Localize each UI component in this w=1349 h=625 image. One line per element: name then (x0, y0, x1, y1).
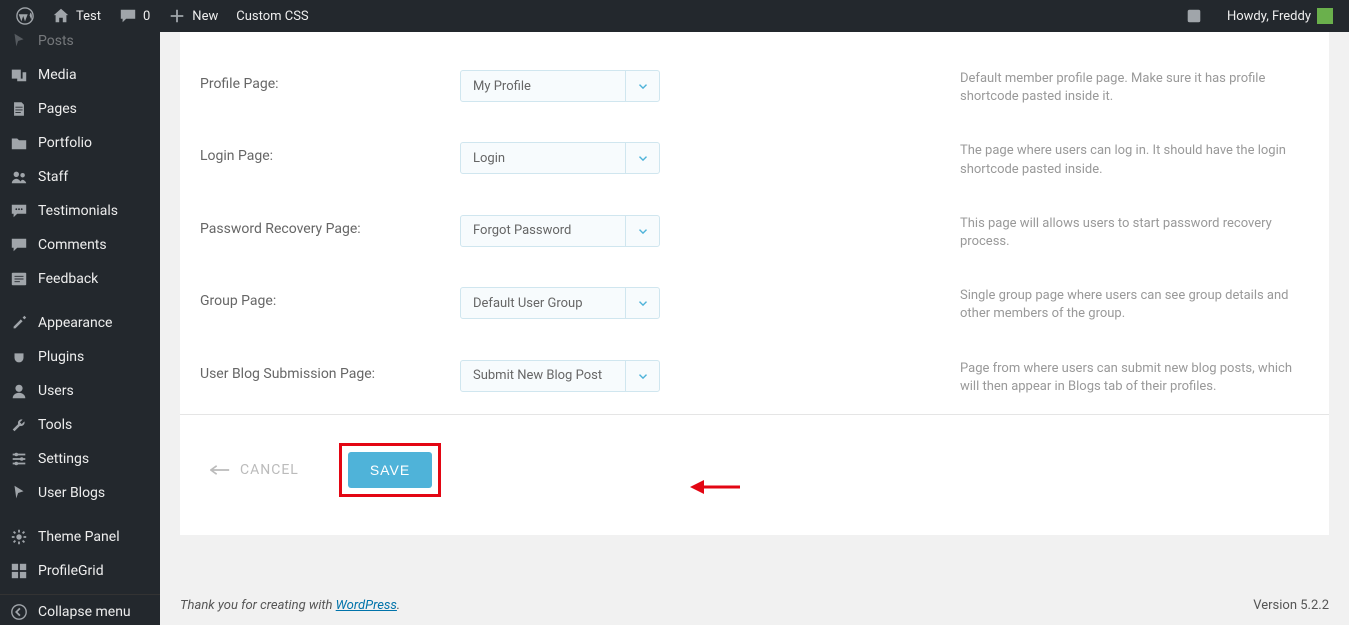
chevron-down-icon (625, 143, 659, 173)
settings-panel: Profile Page: My Profile Default member … (180, 32, 1329, 535)
chevron-down-icon (625, 288, 659, 318)
sidebar-item-media[interactable]: Media (0, 58, 160, 92)
wp-logo[interactable] (8, 0, 42, 32)
admin-bar: Test 0 New Custom CSS Howdy, Freddy (0, 0, 1349, 32)
sidebar-item-appearance[interactable]: Appearance (0, 306, 160, 340)
custom-css-link[interactable]: Custom CSS (228, 0, 316, 32)
row-group-page: Group Page: Default User Group Single gr… (180, 269, 1329, 341)
sidebar-item-posts[interactable]: Posts (0, 32, 160, 58)
sidebar-item-tools[interactable]: Tools (0, 408, 160, 442)
select-user-blog-submission[interactable]: Submit New Blog Post (460, 360, 660, 392)
comments-count: 0 (143, 9, 150, 24)
sidebar-item-testimonials[interactable]: Testimonials (0, 194, 160, 228)
comments-link[interactable]: 0 (111, 0, 158, 32)
sidebar-item-settings[interactable]: Settings (0, 442, 160, 476)
collapse-menu[interactable]: Collapse menu (0, 594, 160, 625)
separator (0, 296, 160, 306)
howdy-link[interactable]: Howdy, Freddy (1219, 0, 1341, 32)
row-profile-page: Profile Page: My Profile Default member … (180, 52, 1329, 124)
label-login-page: Login Page: (200, 142, 460, 164)
wordpress-link[interactable]: WordPress (336, 598, 397, 613)
help-password-recovery: This page will allows users to start pas… (920, 215, 1309, 251)
chevron-down-icon (625, 361, 659, 391)
cancel-button[interactable]: CANCEL (210, 462, 299, 478)
sidebar-item-user-blogs[interactable]: User Blogs (0, 476, 160, 510)
form-actions: CANCEL SAVE (180, 415, 1329, 535)
help-group-page: Single group page where users can see gr… (920, 287, 1309, 323)
separator (0, 510, 160, 520)
save-highlight: SAVE (339, 443, 441, 497)
sidebar-item-pages[interactable]: Pages (0, 92, 160, 126)
label-password-recovery: Password Recovery Page: (200, 215, 460, 237)
row-password-recovery: Password Recovery Page: Forgot Password … (180, 197, 1329, 269)
sidebar-item-profilegrid[interactable]: ProfileGrid (0, 554, 160, 588)
new-link[interactable]: New (160, 0, 226, 32)
help-login-page: The page where users can log in. It shou… (920, 142, 1309, 178)
save-button[interactable]: SAVE (348, 452, 432, 488)
avatar (1317, 8, 1333, 24)
site-link[interactable]: Test (44, 0, 109, 32)
label-user-blog-submission: User Blog Submission Page: (200, 360, 460, 382)
main-content: Profile Page: My Profile Default member … (160, 32, 1349, 625)
help-user-blog-submission: Page from where users can submit new blo… (920, 360, 1309, 396)
chevron-down-icon (625, 71, 659, 101)
select-profile-page[interactable]: My Profile (460, 70, 660, 102)
notification-icon[interactable] (1177, 0, 1211, 32)
select-login-page[interactable]: Login (460, 142, 660, 174)
sidebar-item-portfolio[interactable]: Portfolio (0, 126, 160, 160)
select-group-page[interactable]: Default User Group (460, 287, 660, 319)
row-login-page: Login Page: Login The page where users c… (180, 124, 1329, 196)
row-user-blog-submission: User Blog Submission Page: Submit New Bl… (180, 342, 1329, 414)
sidebar-item-users[interactable]: Users (0, 374, 160, 408)
label-group-page: Group Page: (200, 287, 460, 309)
site-name: Test (76, 9, 101, 24)
sidebar-item-comments[interactable]: Comments (0, 228, 160, 262)
sidebar-item-theme-panel[interactable]: Theme Panel (0, 520, 160, 554)
help-profile-page: Default member profile page. Make sure i… (920, 70, 1309, 106)
chevron-down-icon (625, 216, 659, 246)
select-password-recovery[interactable]: Forgot Password (460, 215, 660, 247)
label-profile-page: Profile Page: (200, 70, 460, 92)
admin-sidebar: Posts Media Pages Portfolio Staff Testim… (0, 32, 160, 625)
new-label: New (192, 9, 218, 24)
version-text: Version 5.2.2 (1253, 598, 1329, 613)
sidebar-item-staff[interactable]: Staff (0, 160, 160, 194)
admin-footer: Thank you for creating with WordPress. V… (180, 585, 1329, 625)
sidebar-item-plugins[interactable]: Plugins (0, 340, 160, 374)
sidebar-item-feedback[interactable]: Feedback (0, 262, 160, 296)
footer-thanks: Thank you for creating with WordPress. (180, 598, 400, 613)
annotation-arrow (690, 472, 740, 506)
